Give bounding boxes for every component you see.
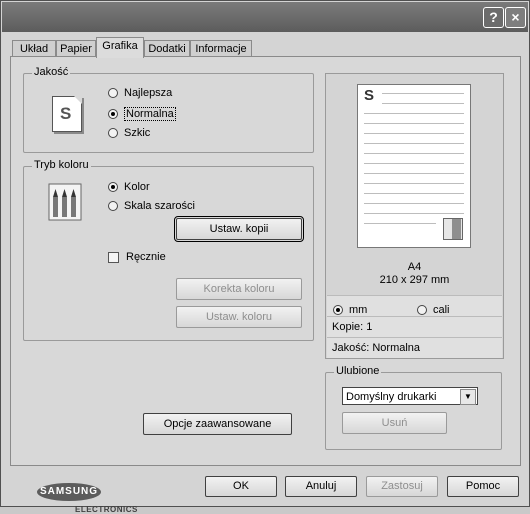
text-line xyxy=(382,93,464,94)
printer-properties-dialog: ? × Układ Papier Grafika Dodatki Informa… xyxy=(0,0,530,514)
text-line xyxy=(364,203,464,204)
text-line xyxy=(364,123,464,124)
text-line xyxy=(364,193,464,194)
paper-size-info: A4 210 x 297 mm xyxy=(326,261,503,287)
copies-info: Kopie: 1 xyxy=(327,316,502,337)
checkbox-box xyxy=(108,251,119,263)
radio-dot xyxy=(108,201,118,211)
color-correction-button[interactable]: Korekta koloru xyxy=(176,278,302,300)
copy-settings-button[interactable]: Ustaw. kopii xyxy=(174,216,304,242)
grayscale-label: Skala szarości xyxy=(124,200,195,212)
color-radio[interactable]: Kolor xyxy=(108,181,150,193)
radio-dot xyxy=(108,109,118,119)
text-line xyxy=(364,153,464,154)
close-button[interactable]: × xyxy=(505,7,526,28)
advanced-options-button[interactable]: Opcje zaawansowane xyxy=(143,413,292,435)
chevron-down-icon[interactable]: ▼ xyxy=(460,389,476,405)
pencils-icon xyxy=(48,183,82,221)
favorites-group: Ulubione xyxy=(325,365,502,450)
favorites-dropdown[interactable]: Domyślny drukarki ▼ xyxy=(342,387,478,405)
text-line xyxy=(364,223,436,224)
text-line xyxy=(364,133,464,134)
color-mode-group: Tryb koloru Kolor Skala szarości Ustaw. … xyxy=(23,159,314,341)
cancel-button[interactable]: Anuluj xyxy=(285,476,357,497)
tab-dodatki[interactable]: Dodatki xyxy=(144,40,190,57)
delete-favorite-button[interactable]: Usuń xyxy=(342,412,447,434)
radio-dot xyxy=(108,88,118,98)
electronics-label: ELECTRONICS xyxy=(75,505,138,514)
quality-group: Jakość S Najlepsza Normalna Szkic xyxy=(23,66,314,153)
grayscale-radio[interactable]: Skala szarości xyxy=(108,200,195,212)
color-mode-title: Tryb koloru xyxy=(32,159,91,171)
text-line xyxy=(364,163,464,164)
text-line xyxy=(364,113,464,114)
radio-dot xyxy=(333,305,343,315)
manual-label: Ręcznie xyxy=(126,251,166,263)
color-settings-button[interactable]: Ustaw. koloru xyxy=(176,306,302,328)
paper-dimensions: 210 x 297 mm xyxy=(379,274,450,286)
radio-dot xyxy=(417,305,427,315)
text-line xyxy=(364,213,464,214)
quality-info: Jakość: Normalna xyxy=(327,337,502,358)
help-button[interactable]: Pomoc xyxy=(447,476,519,497)
quality-draft-radio[interactable]: Szkic xyxy=(108,127,150,139)
units-row: mm cali xyxy=(327,295,502,316)
quality-normal-radio[interactable]: Normalna xyxy=(108,107,176,121)
manual-checkbox[interactable]: Ręcznie xyxy=(108,251,166,263)
help-title-button[interactable]: ? xyxy=(483,7,504,28)
paper-preview-letter: S xyxy=(364,87,375,104)
text-line xyxy=(364,183,464,184)
tab-uklad[interactable]: Układ xyxy=(12,40,56,57)
text-line xyxy=(364,173,464,174)
favorites-title: Ulubione xyxy=(334,365,382,377)
title-bar: ? × xyxy=(2,2,528,32)
quality-best-label: Najlepsza xyxy=(124,87,173,99)
document-quality-icon: S xyxy=(52,96,82,132)
ok-button[interactable]: OK xyxy=(205,476,277,497)
paper-preview: S xyxy=(357,84,471,248)
tab-informacje[interactable]: Informacje xyxy=(190,40,252,57)
radio-dot xyxy=(108,128,118,138)
apply-button[interactable]: Zastosuj xyxy=(366,476,438,497)
radio-dot xyxy=(108,182,118,192)
text-line xyxy=(364,143,464,144)
document-quality-letter: S xyxy=(60,104,72,123)
page-orientation-icon xyxy=(443,218,463,240)
samsung-logo: SAMSUNG xyxy=(37,483,101,501)
print-preview: S A4 210 x 297 mm mm cali Kopie: 1 Jakoś… xyxy=(325,73,504,359)
quality-normal-label: Normalna xyxy=(124,107,176,121)
text-line xyxy=(382,103,464,104)
paper-name: A4 xyxy=(407,261,422,273)
color-label: Kolor xyxy=(124,181,150,193)
favorites-selected: Domyślny drukarki xyxy=(346,391,437,403)
tab-papier[interactable]: Papier xyxy=(56,40,96,57)
quality-title: Jakość xyxy=(32,66,71,78)
tab-grafika[interactable]: Grafika xyxy=(96,37,144,58)
quality-draft-label: Szkic xyxy=(124,127,151,139)
quality-best-radio[interactable]: Najlepsza xyxy=(108,87,172,99)
